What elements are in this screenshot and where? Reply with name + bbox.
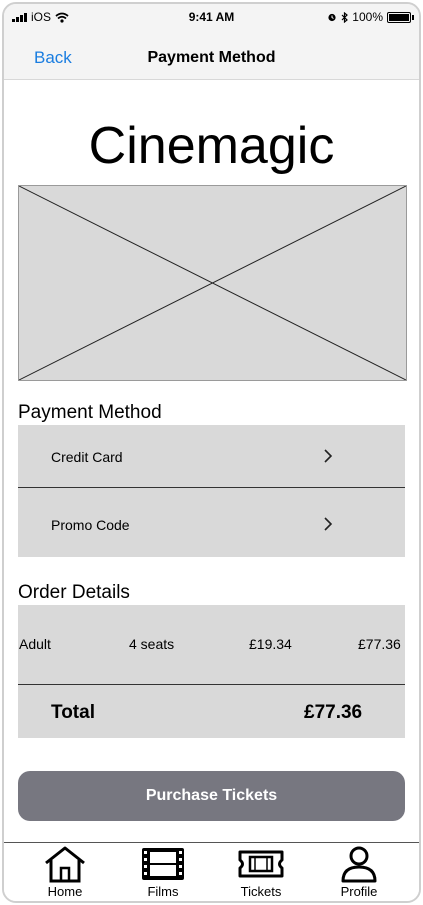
payment-option-label: Promo Code <box>51 517 130 533</box>
payment-section-title: Payment Method <box>18 402 162 423</box>
placeholder-cross-icon <box>19 186 406 380</box>
purchase-tickets-button[interactable]: Purchase Tickets <box>18 771 405 821</box>
tab-label: Tickets <box>240 884 282 899</box>
total-label: Total <box>51 702 95 723</box>
tab-label: Films <box>147 884 179 899</box>
battery-percent: 100% <box>352 10 383 24</box>
profile-icon <box>341 846 377 883</box>
bluetooth-icon <box>341 11 349 23</box>
tab-label: Home <box>47 884 83 899</box>
alarm-icon <box>328 13 336 22</box>
status-right: 100% <box>327 10 414 24</box>
tab-bar: Home Films Tickets Profile <box>4 842 419 901</box>
tab-label: Profile <box>340 884 378 899</box>
brand-title: Cinemagic <box>88 117 335 175</box>
navigation-bar: Back Payment Method <box>4 30 419 80</box>
chevron-right-icon <box>324 517 333 531</box>
order-section-title: Order Details <box>18 582 130 603</box>
total-value: £77.36 <box>304 702 363 723</box>
phone-frame: iOS 9:41 AM 100% Back Payment Method Cin… <box>2 2 421 903</box>
payment-options-list: Credit Card Promo Code <box>18 425 405 557</box>
order-details-box: Adult 4 seats £19.34 £77.36 Total £77.36 <box>18 605 405 738</box>
status-bar: iOS 9:41 AM 100% <box>4 4 419 30</box>
seat-count: 4 seats <box>129 636 175 652</box>
line-subtotal: £77.36 <box>358 636 401 652</box>
tab-profile[interactable]: Profile <box>314 845 404 899</box>
page-title: Payment Method <box>147 49 276 66</box>
payment-option-credit-card[interactable]: Credit Card <box>18 425 405 487</box>
home-icon <box>45 846 85 883</box>
total-row: Total £77.36 <box>18 685 405 738</box>
ticket-type: Adult <box>19 636 51 652</box>
unit-price: £19.34 <box>249 636 292 652</box>
payment-option-promo-code[interactable]: Promo Code <box>18 488 405 557</box>
chevron-right-icon <box>324 449 333 463</box>
tab-home[interactable]: Home <box>20 845 110 899</box>
tab-tickets[interactable]: Tickets <box>216 845 306 899</box>
film-icon <box>142 848 184 880</box>
tab-films[interactable]: Films <box>118 845 208 899</box>
image-placeholder <box>18 185 407 381</box>
order-line-row: Adult 4 seats £19.34 £77.36 <box>18 605 405 683</box>
battery-icon <box>387 11 414 23</box>
ticket-icon <box>238 850 284 878</box>
payment-option-label: Credit Card <box>51 449 123 465</box>
